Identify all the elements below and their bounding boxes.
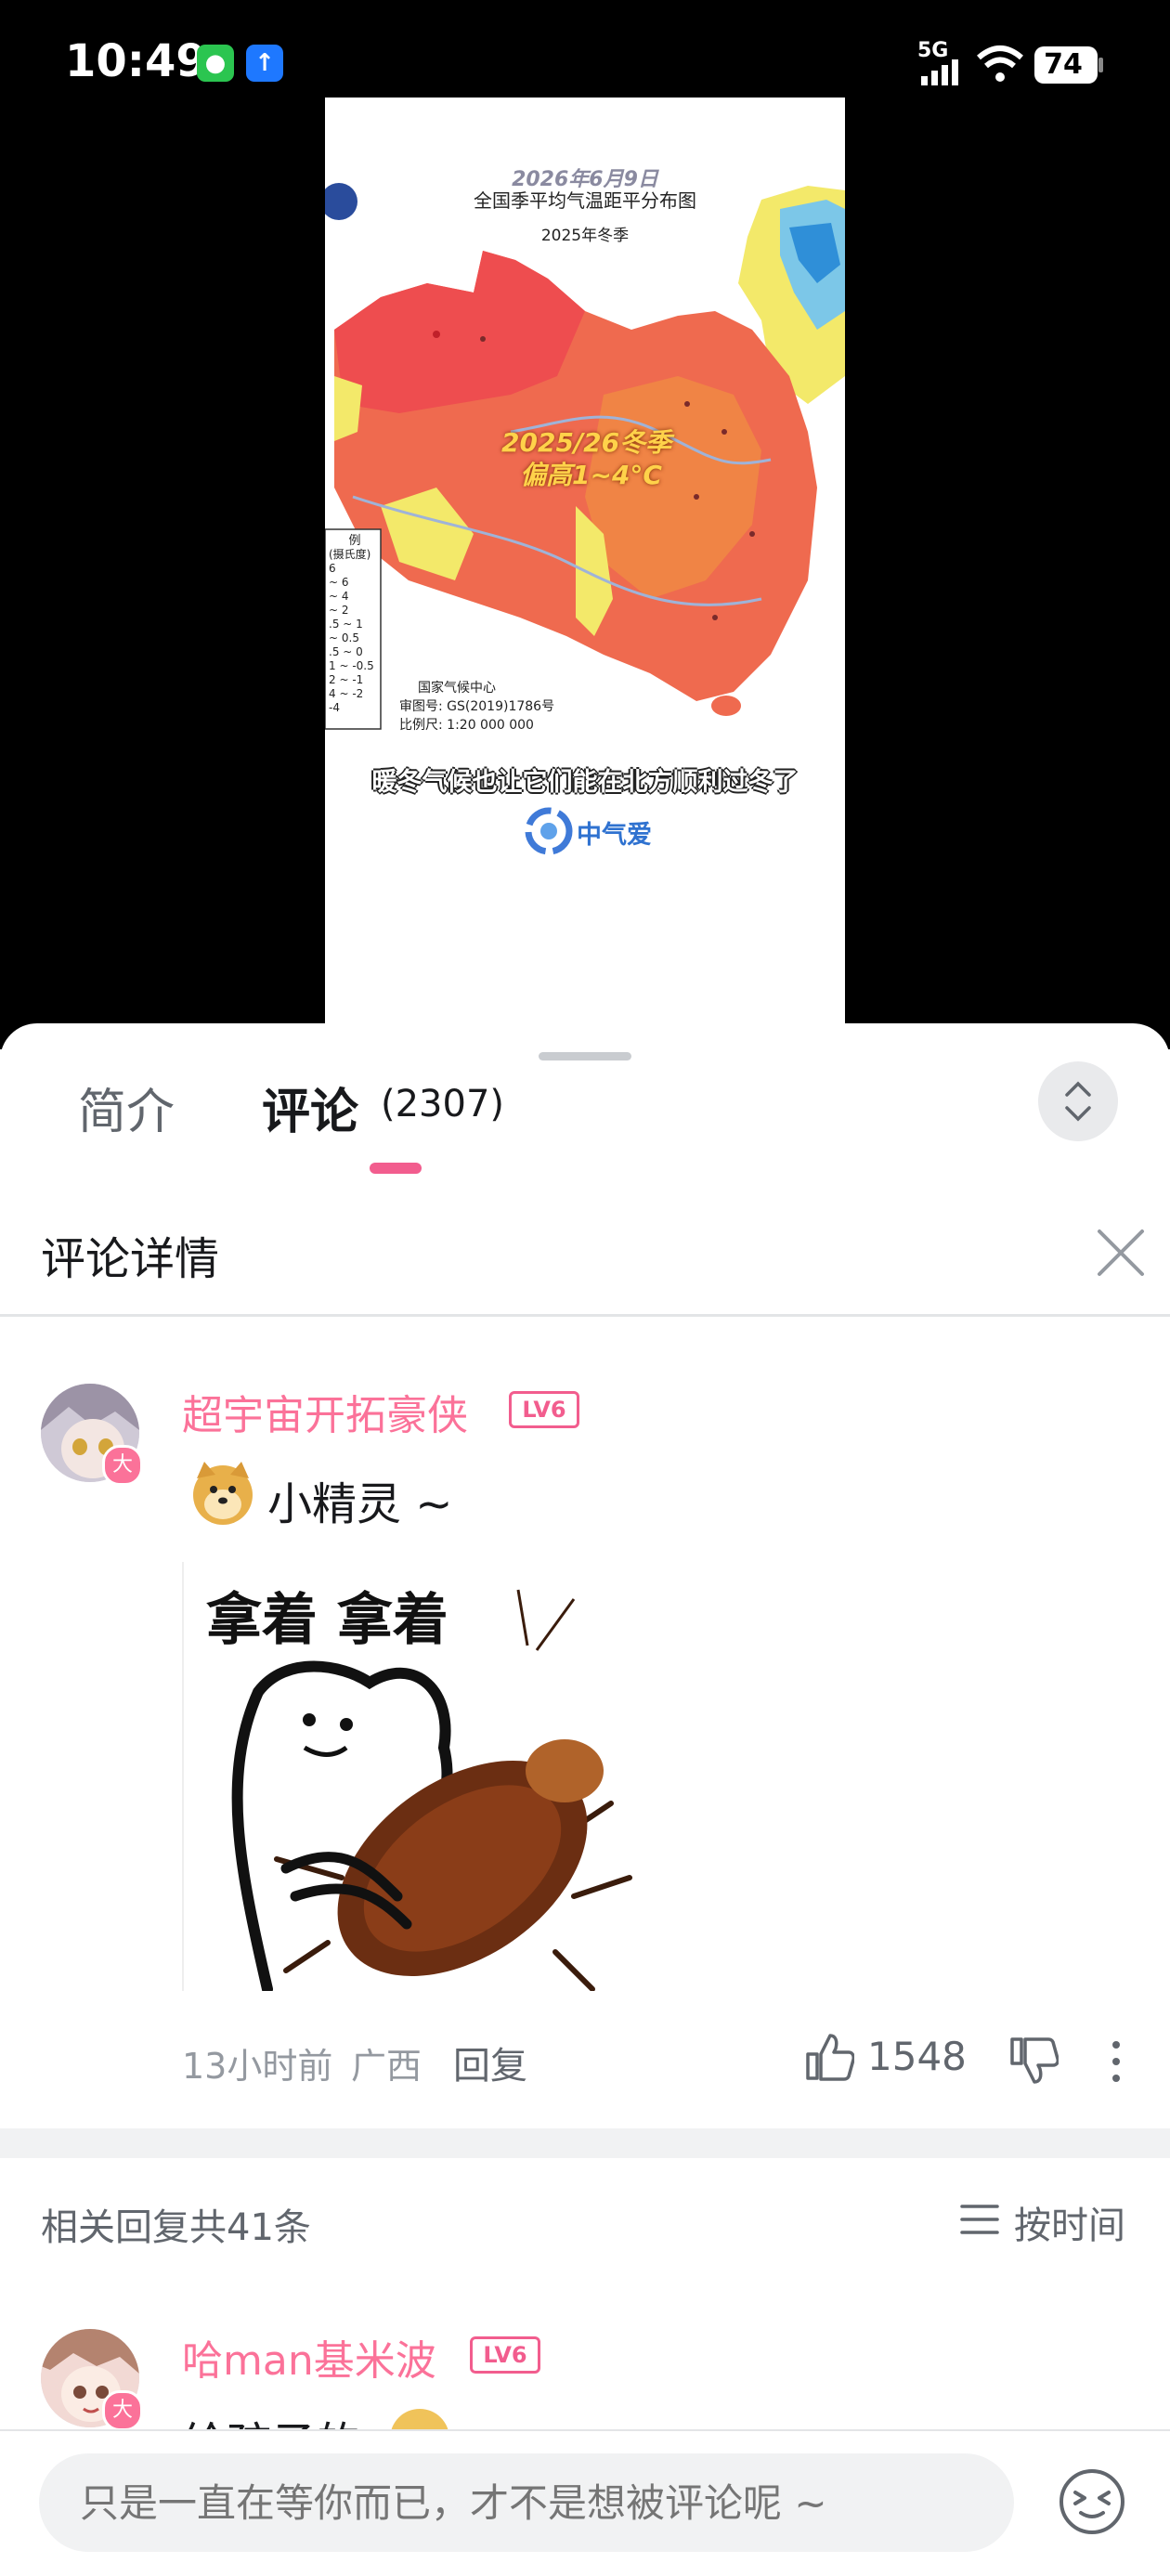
thumbs-up-icon[interactable] xyxy=(804,2032,854,2082)
legend-item: ~ 6 xyxy=(329,576,349,589)
channel-logo-text: 中气爱 xyxy=(577,821,652,850)
replies-count: 相关回复共41条 xyxy=(41,2206,311,2249)
legend-item: ~ 2 xyxy=(329,604,349,617)
legend-unit: (摄氏度) xyxy=(329,548,371,561)
map-credit-3: 比例尺: 1:20 000 000 xyxy=(399,718,534,733)
expand-collapse-button[interactable] xyxy=(1038,1061,1118,1141)
legend-item: ~ 0.5 xyxy=(329,631,359,644)
battery-icon: 74 xyxy=(1034,46,1098,84)
emoji-picker-icon[interactable] xyxy=(1057,2466,1127,2537)
video-frame: 2026年6月9日 全国季平均气温距平分布图 2025年冬季 2025/26冬季… xyxy=(325,98,845,1049)
comment-username[interactable]: 超宇宙开拓豪侠 xyxy=(182,1382,468,1441)
reply-button[interactable]: 回复 xyxy=(453,2036,527,2089)
legend-item: .5 ~ 1 xyxy=(329,618,363,631)
map-title: 全国季平均气温距平分布图 xyxy=(474,189,696,212)
sort-by-time-button[interactable]: 按时间 xyxy=(1014,2195,1125,2249)
comment-text: 小精灵 ~ xyxy=(267,1478,453,1530)
wifi-icon xyxy=(977,46,1023,82)
map-callout-line1: 2025/26冬季 xyxy=(501,427,672,458)
comment-detail-title: 评论详情 xyxy=(41,1233,220,1285)
member-badge: 大 xyxy=(102,1445,143,1486)
tab-intro[interactable]: 简介 xyxy=(78,1073,175,1142)
member-badge: 大 xyxy=(102,2390,143,2431)
channel-logo-icon xyxy=(525,807,573,855)
legend-item: 4 ~ -2 xyxy=(329,687,364,700)
map-legend: 例 (摄氏度) 6 ~ 6 ~ 4 ~ 2 .5 ~ 1 ~ 0.5 .5 ~ … xyxy=(329,534,381,715)
comment-sticker-image[interactable]: 拿着 拿着 xyxy=(182,1562,635,1991)
doge-emoji-icon xyxy=(193,1462,253,1525)
video-subtitle: 暖冬气候也让它们能在北方顺利过冬了 xyxy=(371,768,799,797)
tab-active-indicator xyxy=(370,1163,422,1174)
cockroach-sticker-drawing xyxy=(231,1589,632,1991)
legend-item: -4 xyxy=(329,701,340,714)
map-callout-line2: 偏高1~4°C xyxy=(520,460,662,490)
comment-input[interactable] xyxy=(39,2453,1014,2552)
wechat-icon: ● xyxy=(197,45,234,82)
header-divider xyxy=(0,1314,1170,1317)
map-credit-2: 审图号: GS(2019)1786号 xyxy=(399,699,555,714)
level-badge: LV6 xyxy=(509,1391,579,1428)
close-icon[interactable] xyxy=(1096,1228,1146,1278)
legend-item: 1 ~ -0.5 xyxy=(329,659,374,672)
legend-title: 例 xyxy=(348,534,361,548)
upload-icon: ↑ xyxy=(246,45,283,82)
map-subtitle: 2025年冬季 xyxy=(540,227,630,245)
channel-logo: 中气爱 xyxy=(525,803,673,859)
level-badge: LV6 xyxy=(470,2336,540,2374)
thumbs-down-icon[interactable] xyxy=(1008,2036,1059,2086)
legend-item: .5 ~ 0 xyxy=(329,645,363,658)
legend-item: ~ 4 xyxy=(329,590,349,603)
more-options-icon[interactable] xyxy=(1111,2039,1122,2084)
chevron-up-down-icon xyxy=(1065,1081,1091,1122)
drag-handle[interactable] xyxy=(539,1052,631,1060)
comment-location: 广西 xyxy=(351,2046,422,2087)
legend-item: 2 ~ -1 xyxy=(329,673,364,686)
video-player[interactable]: 2026年6月9日 全国季平均气温距平分布图 2025年冬季 2025/26冬季… xyxy=(0,0,1170,1049)
sort-list-icon[interactable] xyxy=(960,2201,999,2238)
like-count: 1548 xyxy=(867,2034,967,2079)
battery-level: 74 xyxy=(1044,48,1083,81)
reply-username[interactable]: 哈man基米波 xyxy=(182,2327,436,2387)
comment-time: 13小时前 xyxy=(182,2046,333,2087)
comments-count: (2307) xyxy=(381,1083,505,1125)
map-credit-1: 国家气候中心 xyxy=(418,681,496,696)
section-separator xyxy=(0,2128,1170,2158)
map-credits: 国家气候中心 审图号: GS(2019)1786号 比例尺: 1:20 000 … xyxy=(399,679,554,735)
signal-icon xyxy=(921,59,958,85)
battery-tip xyxy=(1098,58,1103,72)
status-time: 10:49 xyxy=(65,35,207,87)
legend-item: 6 xyxy=(329,562,336,575)
tab-comments[interactable]: 评论 xyxy=(262,1073,358,1142)
